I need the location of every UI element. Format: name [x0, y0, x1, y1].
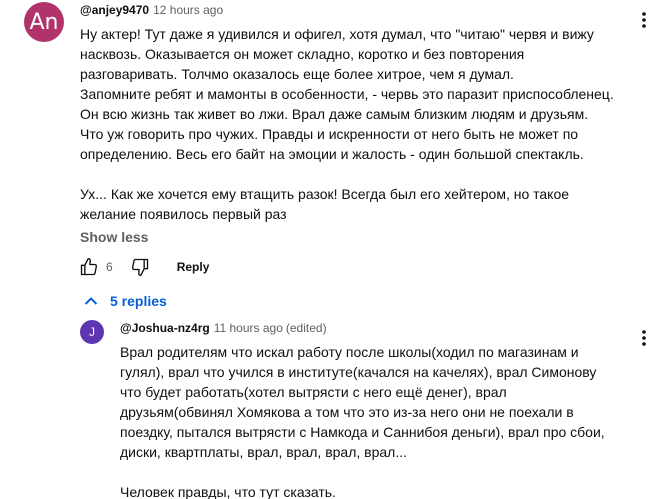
comment: @anjey9470 12 hours ago Ну актер! Тут да… — [80, 0, 625, 224]
comment-actions: 6 Reply — [78, 256, 209, 278]
dislike-button[interactable] — [129, 256, 151, 278]
chevron-up-icon — [84, 297, 98, 305]
replies-count: 5 replies — [110, 293, 167, 309]
avatar-letters: An — [29, 9, 59, 35]
show-less-button[interactable]: Show less — [80, 227, 148, 247]
like-count: 6 — [106, 260, 113, 274]
comment-text: Ну актер! Тут даже я удивился и офигел, … — [80, 26, 614, 222]
reply-comment: @Joshua-nz4rg 11 hours ago (edited) Врал… — [120, 318, 620, 499]
avatar-letter: J — [89, 325, 95, 339]
more-vert-icon[interactable] — [634, 10, 648, 30]
dislike-icon — [131, 258, 148, 276]
reply-edited-label: (edited) — [285, 321, 327, 335]
comment-author-avatar[interactable]: An — [24, 2, 64, 42]
comment-header: @anjey9470 12 hours ago — [80, 0, 625, 20]
reply-header: @Joshua-nz4rg 11 hours ago (edited) — [120, 318, 620, 338]
reply-author-avatar[interactable]: J — [80, 320, 104, 344]
like-icon — [80, 258, 98, 276]
replies-toggle-button[interactable]: 5 replies — [84, 291, 167, 311]
reply-text: Врал родителям что искал работу после шк… — [120, 344, 605, 499]
reply-button[interactable]: Reply — [177, 260, 210, 274]
more-vert-icon[interactable] — [634, 328, 648, 348]
reply-time[interactable]: 11 hours ago — [214, 318, 283, 338]
comment-author[interactable]: @anjey9470 — [80, 0, 149, 20]
comment-time[interactable]: 12 hours ago — [153, 0, 223, 20]
like-button[interactable] — [78, 256, 100, 278]
reply-author[interactable]: @Joshua-nz4rg — [120, 318, 210, 338]
